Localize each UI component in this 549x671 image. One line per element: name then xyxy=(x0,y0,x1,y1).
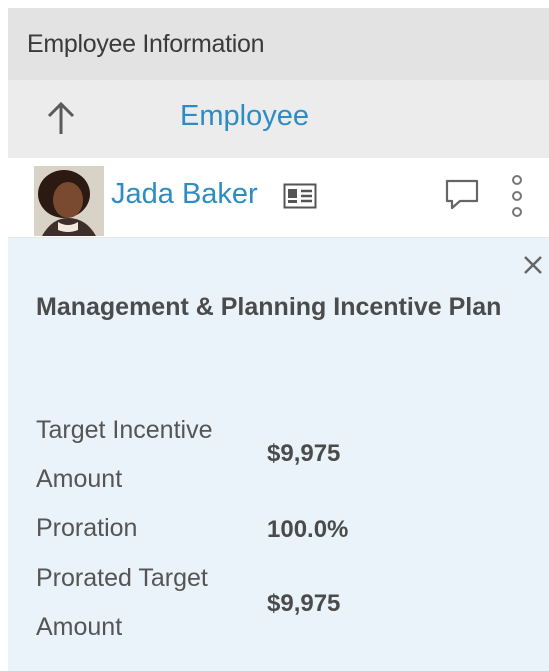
target-incentive-amount-value: $9,975 xyxy=(267,440,341,467)
proration-label: Proration xyxy=(36,514,138,542)
arrow-up-icon[interactable] xyxy=(44,98,78,138)
more-vertical-icon[interactable] xyxy=(508,172,526,220)
proration-value: 100.0% xyxy=(267,516,349,543)
incentive-plan-details: Management & Planning Incentive Plan Tar… xyxy=(8,238,549,671)
plan-title: Management & Planning Incentive Plan xyxy=(36,293,502,321)
panel-header: Employee Information xyxy=(8,8,549,80)
close-icon[interactable] xyxy=(520,252,546,278)
comment-icon[interactable] xyxy=(444,178,480,212)
nav-title: Employee xyxy=(180,100,309,132)
prorated-target-amount-label: Prorated Target Amount xyxy=(36,564,208,641)
employee-name-link[interactable]: Jada Baker xyxy=(111,178,258,211)
employee-row: Jada Baker xyxy=(8,158,549,238)
target-incentive-amount-label: Target Incentive Amount xyxy=(36,416,213,493)
employee-information-panel: Employee Information Employee Jada Baker xyxy=(0,0,549,671)
avatar[interactable] xyxy=(34,166,104,236)
prorated-target-amount-value: $9,975 xyxy=(267,590,341,617)
profile-card-icon[interactable] xyxy=(283,183,317,209)
panel-title: Employee Information xyxy=(27,30,265,58)
navigation-bar: Employee xyxy=(8,80,549,158)
